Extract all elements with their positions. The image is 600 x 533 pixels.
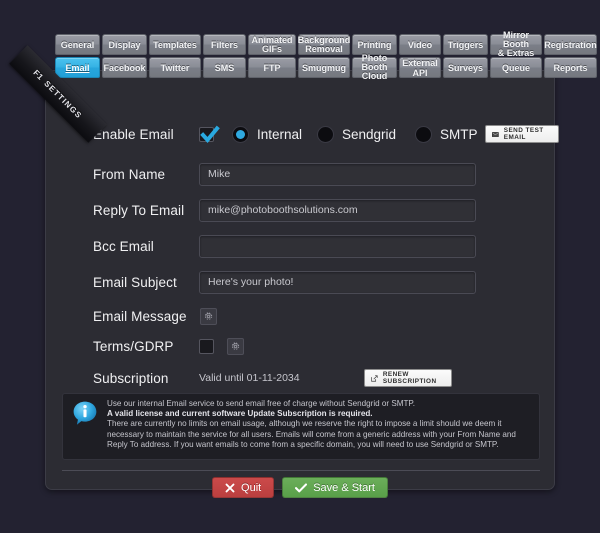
bcc-email-input[interactable] [199, 234, 476, 258]
tab-external-api[interactable]: External API [399, 57, 441, 78]
gear-icon [231, 341, 240, 350]
provider-label-sendgrid: Sendgrid [342, 126, 397, 142]
checkmark-icon [200, 125, 220, 143]
tab-surveys[interactable]: Surveys [443, 57, 488, 78]
tab-photo-booth-cloud[interactable]: Photo Booth Cloud [352, 54, 397, 81]
reply-to-email-input[interactable]: mike@photoboothsolutions.com [199, 198, 476, 222]
provider-label-internal: Internal [257, 126, 303, 142]
envelope-icon [492, 131, 499, 137]
row-terms-gdrp: Terms/GDRP [46, 331, 554, 361]
row-email-message: Email Message [46, 301, 554, 331]
close-x-icon [225, 483, 235, 492]
provider-radio-sendgrid[interactable] [317, 125, 334, 143]
tab-smugmug[interactable]: Smugmug [298, 57, 350, 78]
row-subscription: Subscription Valid until 01-11-2034 RENE… [46, 363, 554, 393]
info-notice-text: Use our internal Email service to send e… [107, 399, 531, 450]
row-from-name: From Name Mike [46, 159, 554, 189]
info-notice-panel: Use our internal Email service to send e… [62, 393, 540, 460]
save-start-button-label: Save & Start [313, 481, 375, 494]
ribbon-hotkey-label: F1 [31, 67, 46, 82]
tab-ftp[interactable]: FTP [248, 57, 296, 78]
subscription-status-text: Valid until 01-11-2034 [199, 372, 300, 384]
tab-general[interactable]: General [55, 34, 100, 55]
renew-subscription-button[interactable]: RENEW SUBSCRIPTION [364, 369, 452, 387]
tab-templates[interactable]: Templates [149, 34, 201, 55]
send-test-email-label: SEND TEST EMAIL [503, 127, 544, 141]
tab-animated-gifs[interactable]: Animated GIFs [248, 34, 296, 55]
tab-row-primary: General Display Templates Filters Animated G… [55, 31, 597, 58]
save-start-button[interactable]: Save & Start [282, 477, 388, 498]
send-test-email-button[interactable]: SEND TEST EMAIL [485, 125, 559, 143]
tab-registration[interactable]: Registration [544, 34, 597, 55]
tab-triggers[interactable]: Triggers [443, 34, 488, 55]
info-line-3: There are currently no limits on email u… [107, 419, 516, 449]
tab-printing[interactable]: Printing [352, 34, 397, 55]
info-line-2: A valid license and current software Upd… [107, 409, 373, 419]
provider-label-smtp: SMTP [440, 126, 478, 142]
tab-reports[interactable]: Reports [544, 57, 597, 78]
tab-queue[interactable]: Queue [490, 57, 542, 78]
quit-button-label: Quit [241, 481, 262, 494]
footer-button-bar: Quit Save & Start [46, 477, 554, 498]
from-name-input[interactable]: Mike [199, 162, 476, 186]
row-reply-to-email: Reply To Email mike@photoboothsolutions.… [46, 195, 554, 225]
tab-video[interactable]: Video [399, 34, 441, 55]
row-enable-email: Enable Email Internal Sendgrid SMTP SEND… [46, 119, 559, 149]
info-icon [73, 401, 97, 425]
tab-filters[interactable]: Filters [203, 34, 246, 55]
terms-gdrp-label: Terms/GDRP [93, 338, 174, 354]
tab-display[interactable]: Display [102, 34, 147, 55]
footer-divider [62, 470, 540, 471]
terms-gdrp-settings-button[interactable] [227, 337, 244, 355]
provider-radio-smtp[interactable] [415, 125, 432, 143]
tab-mirror-booth-extras[interactable]: Mirror Booth & Extras [490, 31, 542, 58]
tab-background-removal[interactable]: Background Removal [298, 34, 350, 55]
checkmark-icon [295, 482, 308, 492]
external-link-icon [371, 374, 378, 382]
tab-facebook[interactable]: Facebook [102, 57, 147, 78]
tab-email[interactable]: Email [55, 57, 100, 78]
enable-email-checkbox[interactable] [199, 125, 220, 143]
provider-radio-internal[interactable] [232, 125, 249, 143]
gear-icon [204, 311, 213, 320]
tab-sms[interactable]: SMS [203, 57, 246, 78]
email-settings-panel: Enable Email Internal Sendgrid SMTP SEND… [45, 70, 559, 498]
email-subject-input[interactable]: Here's your photo! [199, 270, 476, 294]
tab-row-secondary: Email Facebook Twitter SMS FTP Smugmug Photo B… [55, 54, 597, 81]
quit-button[interactable]: Quit [212, 477, 275, 498]
email-message-settings-button[interactable] [200, 307, 217, 325]
settings-tab-strip: General Display Templates Filters Animated G… [55, 31, 597, 81]
info-line-1: Use our internal Email service to send e… [107, 399, 416, 408]
row-bcc-email: Bcc Email [46, 231, 554, 261]
terms-gdrp-checkbox[interactable] [199, 338, 214, 354]
row-email-subject: Email Subject Here's your photo! [46, 267, 554, 297]
tab-twitter[interactable]: Twitter [149, 57, 201, 78]
renew-subscription-label: RENEW SUBSCRIPTION [382, 371, 437, 385]
